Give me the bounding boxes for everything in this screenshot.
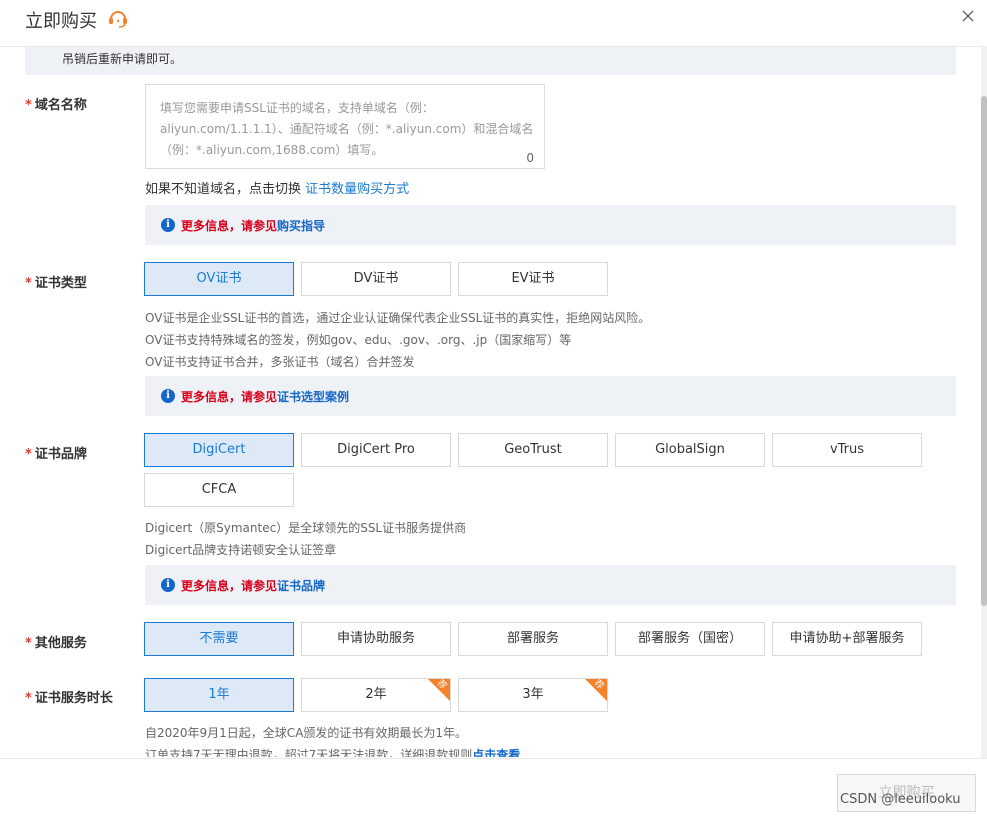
brand-globalsign[interactable]: GlobalSign	[615, 433, 765, 467]
domain-input-placeholder: 填写您需要申请SSL证书的域名，支持单域名（例：aliyun.com/1.1.1…	[160, 101, 534, 157]
duration-desc: 自2020年9月1日起，全球CA颁发的证书有效期最长为1年。 订单支持7天无理由…	[145, 722, 520, 757]
domain-char-count: 0	[526, 151, 534, 165]
close-icon[interactable]	[960, 8, 976, 24]
cert-type-dv[interactable]: DV证书	[301, 262, 451, 296]
domain-label: * 域名名称	[25, 98, 87, 113]
duration-3-year[interactable]: 3年 荐	[458, 678, 608, 712]
cert-selection-link[interactable]: 证书选型案例	[277, 390, 349, 404]
other-service-label: * 其他服务	[25, 636, 87, 651]
service-deploy[interactable]: 部署服务	[458, 622, 608, 656]
recommend-badge: 荐	[428, 678, 450, 701]
switch-purchase-mode-link[interactable]: 证书数量购买方式	[305, 182, 409, 197]
brand-digicert[interactable]: DigiCert	[144, 433, 294, 467]
purchase-guide-link[interactable]: 购买指导	[277, 219, 325, 233]
service-none[interactable]: 不需要	[144, 622, 294, 656]
service-apply-assist[interactable]: 申请协助服务	[301, 622, 451, 656]
cert-brand-label: * 证书品牌	[25, 447, 87, 462]
switch-row: 如果不知道域名，点击切换 证书数量购买方式	[145, 182, 410, 197]
scrollbar-thumb[interactable]	[981, 96, 987, 606]
info-icon: i	[161, 218, 175, 232]
info-bar-selection: i 更多信息，请参见证书选型案例	[145, 376, 956, 416]
brand-geotrust[interactable]: GeoTrust	[458, 433, 608, 467]
cert-type-ov[interactable]: OV证书	[144, 262, 294, 296]
brand-digicert-pro[interactable]: DigiCert Pro	[301, 433, 451, 467]
cert-type-desc: OV证书是企业SSL证书的首选，通过企业认证确保代表企业SSL证书的真实性，拒绝…	[145, 311, 651, 369]
cert-type-label: * 证书类型	[25, 276, 87, 291]
dialog-title: 立即购买	[25, 11, 97, 32]
recommend-badge: 荐	[585, 678, 607, 701]
cert-brand-link[interactable]: 证书品牌	[277, 579, 325, 593]
info-icon: i	[161, 389, 175, 403]
info-bar-guide: i 更多信息，请参见购买指导	[145, 205, 956, 245]
cert-brand-desc: Digicert（原Symantec）是全球领先的SSL证书服务提供商 Digi…	[145, 521, 467, 557]
headset-icon[interactable]	[107, 8, 129, 28]
brand-vtrus[interactable]: vTrus	[772, 433, 922, 467]
watermark: CSDN @leeuilooku	[840, 792, 961, 807]
scrollbar[interactable]	[981, 46, 987, 758]
info-bar-brand: i 更多信息，请参见证书品牌	[145, 565, 956, 605]
duration-1-year[interactable]: 1年	[144, 678, 294, 712]
info-icon: i	[161, 578, 175, 592]
top-note: 吊销后重新申请即可。	[25, 47, 956, 75]
dialog-header: 立即购买	[0, 0, 987, 47]
duration-label: * 证书服务时长	[25, 691, 113, 706]
domain-input[interactable]: 填写您需要申请SSL证书的域名，支持单域名（例：aliyun.com/1.1.1…	[145, 84, 545, 169]
brand-cfca[interactable]: CFCA	[144, 473, 294, 507]
dialog-body: 吊销后重新申请即可。 * 域名名称 填写您需要申请SSL证书的域名，支持单域名（例…	[0, 47, 980, 757]
service-assist-deploy[interactable]: 申请协助+部署服务	[772, 622, 922, 656]
dialog-footer: 立即购买 CSDN @leeuilooku	[0, 758, 987, 818]
duration-2-year[interactable]: 2年 荐	[301, 678, 451, 712]
cert-type-ev[interactable]: EV证书	[458, 262, 608, 296]
service-deploy-sm[interactable]: 部署服务（国密）	[615, 622, 765, 656]
refund-rules-link[interactable]: 点击查看	[472, 748, 520, 757]
top-note-text: 吊销后重新申请即可。	[62, 52, 183, 66]
